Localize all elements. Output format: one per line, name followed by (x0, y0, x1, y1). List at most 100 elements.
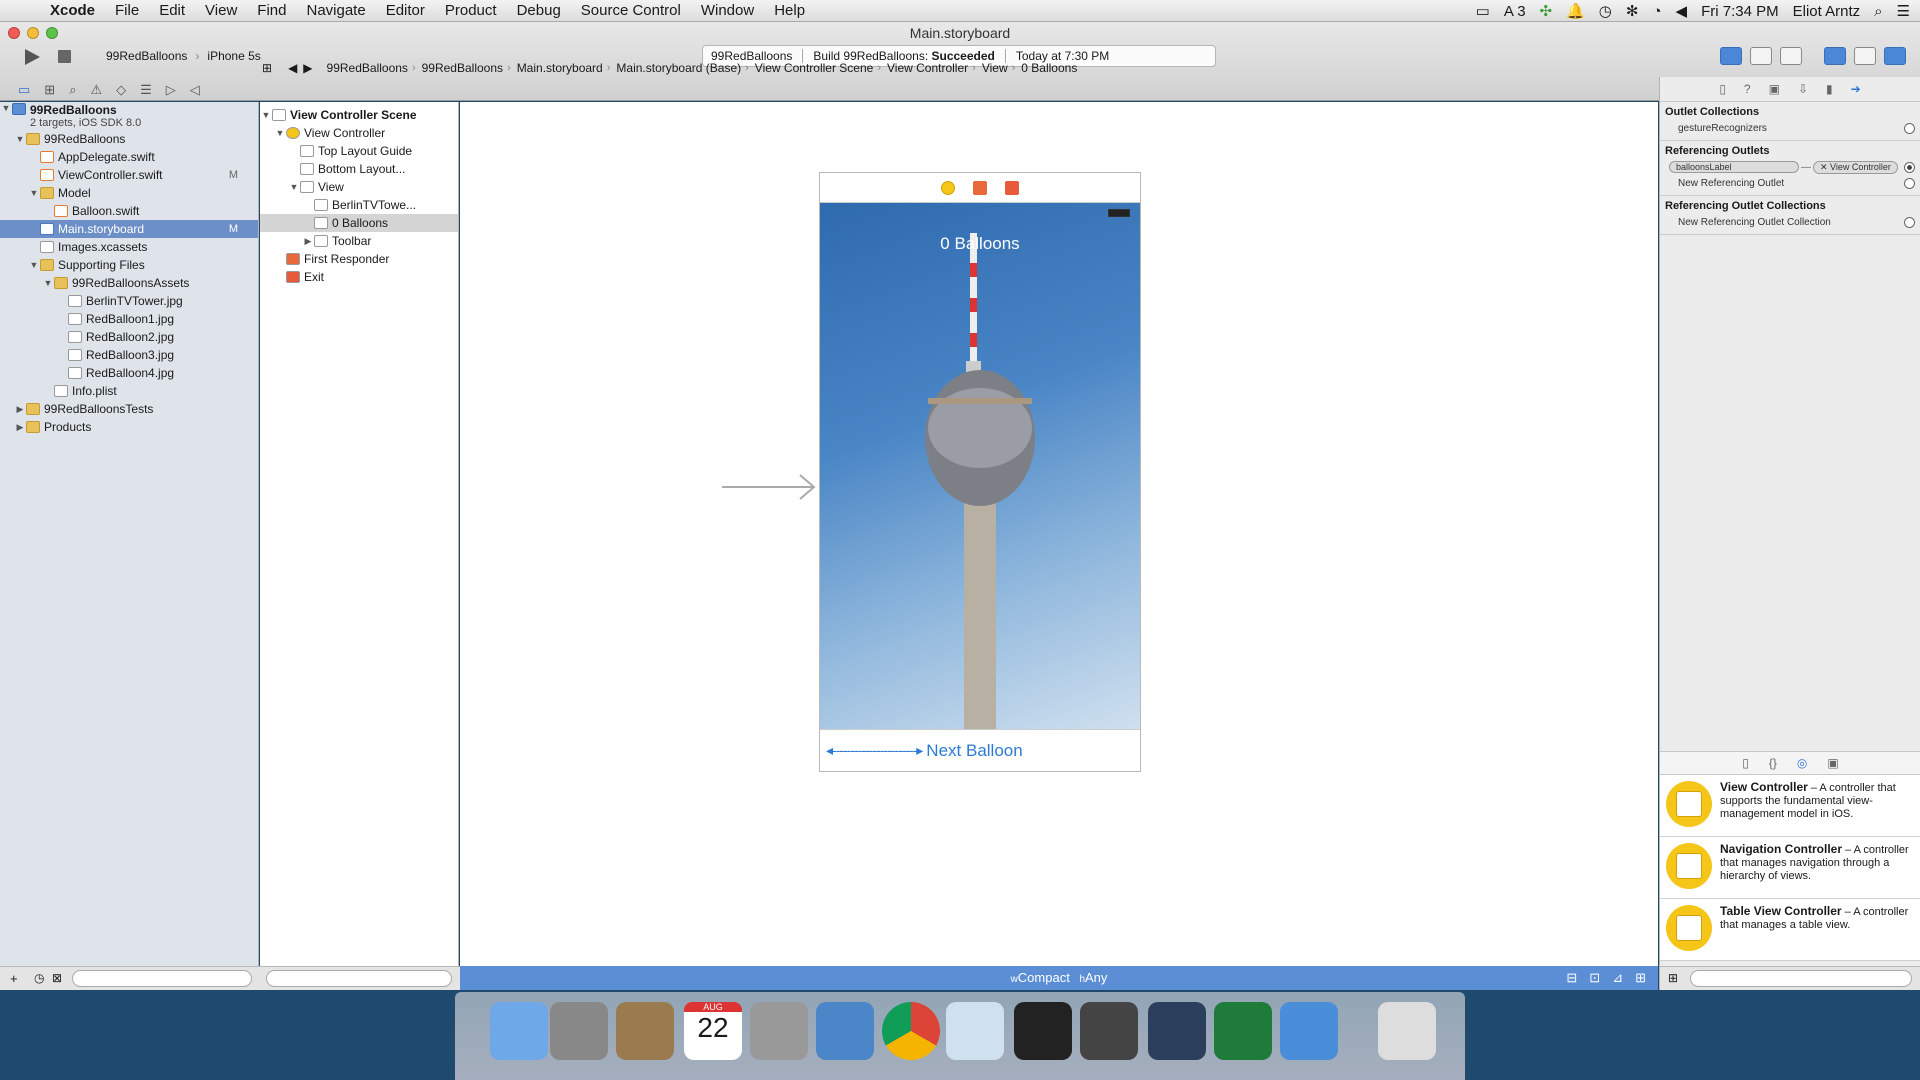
menu-window[interactable]: Window (691, 2, 764, 19)
jump-bar-item[interactable]: 0 Balloons (1021, 61, 1077, 75)
stop-button[interactable] (58, 50, 71, 63)
navigator-item[interactable]: BerlinTVTower.jpg (0, 292, 258, 310)
navigator-item[interactable]: ▼ 99RedBalloons (0, 130, 258, 148)
navigator-item[interactable]: ▼ 99RedBalloonsAssets (0, 274, 258, 292)
launchpad-icon[interactable] (550, 1002, 608, 1060)
exit-icon[interactable] (1005, 180, 1019, 195)
code-snippet-library-icon[interactable]: {} (1769, 756, 1777, 770)
outline-item[interactable]: BerlinTVTowe... (260, 196, 458, 214)
first-responder-icon[interactable] (973, 180, 987, 195)
report-navigator-icon[interactable]: ◁ (190, 82, 200, 98)
outline-item[interactable]: Top Layout Guide (260, 142, 458, 160)
navigator-item[interactable]: RedBalloon3.jpg (0, 346, 258, 364)
project-navigator-icon[interactable]: ▭ (18, 82, 30, 98)
menu-editor[interactable]: Editor (376, 2, 435, 19)
help-inspector-icon[interactable]: ? (1744, 82, 1751, 96)
navigator-item[interactable]: ▼ Supporting Files (0, 256, 258, 274)
user-name[interactable]: Eliot Arntz (1793, 3, 1861, 20)
calendar-icon[interactable]: AUG 22 (684, 1002, 742, 1060)
new-referencing-outlet[interactable]: New Referencing Outlet (1665, 175, 1915, 191)
finder-icon[interactable] (490, 1002, 548, 1060)
outline-item[interactable]: First Responder (260, 250, 458, 268)
jump-bar-item[interactable]: View Controller › (887, 61, 976, 75)
jump-bar-item[interactable]: Main.storyboard (Base) › (616, 61, 748, 75)
test-navigator-icon[interactable]: ◇ (116, 82, 126, 98)
notification-icon[interactable]: 🔔 (1566, 2, 1585, 20)
pin-icon[interactable]: ⊡ (1589, 966, 1600, 990)
connected-circle-icon[interactable] (1904, 161, 1915, 173)
network-utility-icon[interactable] (816, 1002, 874, 1060)
resizing-icon[interactable]: ⊞ (1635, 966, 1646, 990)
clock[interactable]: Fri 7:34 PM (1701, 3, 1779, 20)
navigator-item[interactable]: Main.storyboard M (0, 220, 258, 238)
new-referencing-outlet-collection[interactable]: New Referencing Outlet Collection (1665, 214, 1915, 230)
menu-navigate[interactable]: Navigate (296, 2, 375, 19)
jump-bar-item[interactable]: View › (982, 61, 1015, 75)
navigator-item[interactable]: ▶ Products (0, 418, 258, 436)
recent-files-icon[interactable]: ◷ (34, 971, 44, 985)
navigator-item[interactable]: AppDelegate.swift (0, 148, 258, 166)
view-controller-scene[interactable]: 0 Balloons ◂‑‑‑‑‑‑‑‑‑‑‑‑‑‑‑‑‑‑‑‑‑‑‑▸ Nex… (819, 172, 1141, 772)
disclosure-icon[interactable]: ▼ (28, 260, 40, 270)
navigator-filter-input[interactable] (72, 970, 252, 987)
navigator-item[interactable]: RedBalloon2.jpg (0, 328, 258, 346)
grid-view-icon[interactable]: ⊞ (1668, 971, 1678, 985)
jump-bar-item[interactable]: 99RedBalloons › (327, 61, 416, 75)
back-icon[interactable]: ◀ (288, 61, 297, 75)
source-control-filter-icon[interactable]: ⊠ (52, 971, 62, 985)
outline-item[interactable]: ▼ View (260, 178, 458, 196)
disclosure-icon[interactable]: ▶ (302, 236, 314, 247)
facetime-icon[interactable]: ▭ (1476, 2, 1490, 20)
view-controller-icon[interactable] (941, 180, 955, 195)
menu-help[interactable]: Help (764, 2, 815, 19)
disclosure-icon[interactable]: ▼ (260, 110, 272, 120)
debug-toggle-icon[interactable] (1854, 47, 1876, 65)
next-balloon-button[interactable]: Next Balloon (926, 741, 1022, 761)
outlet-target[interactable]: ✕ View Controller (1813, 160, 1898, 174)
identity-inspector-icon[interactable]: ▣ (1769, 82, 1780, 96)
breakpoint-navigator-icon[interactable]: ▷ (166, 82, 176, 98)
project-root[interactable]: ▼ 99RedBalloons 2 targets, iOS SDK 8.0 (0, 102, 258, 130)
disclosure-icon[interactable]: ▼ (274, 128, 286, 138)
menu-app[interactable]: Xcode (40, 2, 105, 19)
menu-find[interactable]: Find (247, 2, 296, 19)
apple-icon[interactable] (18, 2, 34, 20)
connections-inspector-icon[interactable]: ➔ (1851, 82, 1861, 96)
toolbar[interactable]: ◂‑‑‑‑‑‑‑‑‑‑‑‑‑‑‑‑‑‑‑‑‑‑‑▸ Next Balloon (820, 729, 1140, 771)
time-machine-icon[interactable]: ◷ (1599, 2, 1612, 20)
adobe-icon[interactable]: A 3 (1504, 3, 1526, 20)
preview-icon[interactable] (946, 1002, 1004, 1060)
disclosure-icon[interactable]: ▶ (14, 422, 26, 433)
outline-item[interactable]: ▼ View Controller (260, 124, 458, 142)
outline-filter-input[interactable] (266, 970, 452, 987)
navigator-item[interactable]: RedBalloon4.jpg (0, 364, 258, 382)
disclosure-icon[interactable]: ▼ (42, 278, 54, 288)
scheme-target[interactable]: 99RedBalloons (106, 49, 187, 63)
object-library-icon[interactable]: ◎ (1797, 756, 1807, 770)
sync-icon[interactable]: ✣ (1540, 2, 1553, 20)
outline-item[interactable]: ▶ Toolbar (260, 232, 458, 250)
version-editor-icon[interactable] (1780, 47, 1802, 65)
navigator-item[interactable]: ViewController.swift M (0, 166, 258, 184)
disclosure-icon[interactable]: ▶ (14, 404, 26, 415)
navigator-item[interactable]: ▶ 99RedBalloonsTests (0, 400, 258, 418)
navigator-item[interactable]: RedBalloon1.jpg (0, 310, 258, 328)
chrome-icon[interactable] (882, 1002, 940, 1060)
size-inspector-icon[interactable]: ▮ (1826, 82, 1833, 96)
connect-circle-icon[interactable] (1904, 122, 1915, 134)
sublime-text-icon[interactable] (1080, 1002, 1138, 1060)
balloons-label[interactable]: 0 Balloons (820, 234, 1140, 254)
xcode-beta-icon[interactable] (1280, 1002, 1338, 1060)
related-items-icon[interactable]: ⊞ (262, 61, 272, 75)
library-item[interactable]: Table View Controller – A controller tha… (1660, 899, 1920, 961)
navigator-item[interactable]: Images.xcassets (0, 238, 258, 256)
storyboard-canvas[interactable]: 0 Balloons ◂‑‑‑‑‑‑‑‑‑‑‑‑‑‑‑‑‑‑‑‑‑‑‑▸ Nex… (460, 102, 1658, 966)
menu-product[interactable]: Product (435, 2, 507, 19)
assistant-editor-icon[interactable] (1750, 47, 1772, 65)
debug-navigator-icon[interactable]: ☰ (140, 82, 152, 98)
jump-bar-item[interactable]: 99RedBalloons › (422, 61, 511, 75)
bluetooth-icon[interactable]: ✻ (1626, 2, 1639, 20)
xcode-icon[interactable] (1148, 1002, 1206, 1060)
gesture-recognizers-item[interactable]: gestureRecognizers (1665, 120, 1915, 136)
volume-icon[interactable]: ◀ (1676, 2, 1688, 20)
